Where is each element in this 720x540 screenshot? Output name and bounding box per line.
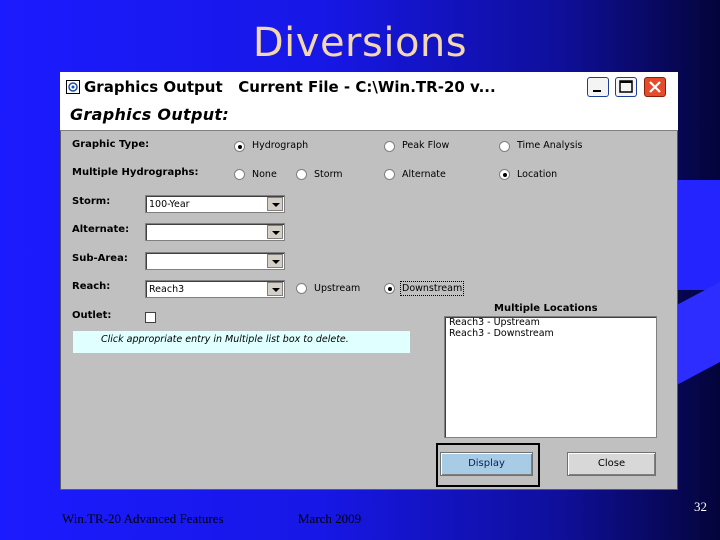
- chevron-down-icon[interactable]: [267, 197, 283, 211]
- radio-location[interactable]: [499, 169, 510, 180]
- reach-select[interactable]: Reach3: [145, 280, 285, 298]
- radio-time-analysis-label: Time Analysis: [517, 140, 583, 151]
- radio-alternate[interactable]: [384, 169, 395, 180]
- alternate-select[interactable]: [145, 223, 285, 241]
- outlet-checkbox[interactable]: [145, 312, 156, 323]
- alternate-label: Alternate:: [72, 224, 130, 235]
- minimize-icon: [593, 90, 601, 92]
- slide-decoration: [676, 180, 720, 290]
- radio-alternate-label: Alternate: [402, 169, 446, 180]
- close-button[interactable]: Close: [567, 452, 656, 476]
- radio-downstream-label: Downstream: [399, 281, 465, 296]
- window-titlebar[interactable]: Graphics Output Current File - C:\Win.TR…: [60, 72, 678, 102]
- radio-peak-flow-label: Peak Flow: [402, 140, 450, 151]
- chevron-down-icon[interactable]: [267, 254, 283, 268]
- radio-location-label: Location: [517, 169, 558, 180]
- multiple-locations-title: Multiple Locations: [494, 303, 598, 314]
- chevron-down-icon[interactable]: [267, 282, 283, 296]
- multiple-hydrographs-label: Multiple Hydrographs:: [72, 167, 199, 178]
- app-icon: [66, 80, 80, 94]
- radio-time-analysis[interactable]: [499, 141, 510, 152]
- delete-hint: Click appropriate entry in Multiple list…: [73, 331, 410, 353]
- graphic-type-label: Graphic Type:: [72, 139, 150, 150]
- multiple-locations-list[interactable]: Reach3 - Upstream Reach3 - Downstream: [444, 316, 657, 438]
- list-item[interactable]: Reach3 - Upstream: [445, 317, 656, 328]
- radio-peak-flow[interactable]: [384, 141, 395, 152]
- radio-upstream-label: Upstream: [314, 283, 361, 294]
- close-window-button[interactable]: [644, 77, 666, 97]
- radio-upstream[interactable]: [296, 283, 307, 294]
- radio-hydrograph-label: Hydrograph: [252, 140, 309, 151]
- radio-storm[interactable]: [296, 169, 307, 180]
- outlet-label: Outlet:: [72, 310, 112, 321]
- graphics-output-window: Graphics Output Current File - C:\Win.TR…: [60, 72, 678, 490]
- list-item[interactable]: Reach3 - Downstream: [445, 328, 656, 339]
- delete-hint-text: Click appropriate entry in Multiple list…: [101, 334, 349, 345]
- radio-downstream[interactable]: [384, 283, 395, 294]
- slide-decoration: [676, 282, 720, 386]
- display-button[interactable]: Display: [440, 452, 533, 476]
- sub-area-label: Sub-Area:: [72, 253, 128, 264]
- storm-select-value: 100-Year: [149, 199, 190, 210]
- footer-title: Win.TR-20 Advanced Features: [62, 511, 224, 526]
- minimize-button[interactable]: [587, 77, 609, 97]
- form-header-title: Graphics Output:: [70, 105, 230, 124]
- window-title: Graphics Output Current File - C:\Win.TR…: [84, 78, 496, 96]
- slide-title: Diversions: [252, 20, 468, 66]
- maximize-icon: [619, 80, 633, 93]
- maximize-button[interactable]: [615, 77, 637, 97]
- sub-area-select[interactable]: [145, 252, 285, 270]
- form-header: Graphics Output:: [60, 102, 678, 131]
- footer-date: March 2009: [298, 511, 362, 526]
- reach-select-value: Reach3: [149, 284, 185, 295]
- radio-hydrograph[interactable]: [234, 141, 245, 152]
- radio-none[interactable]: [234, 169, 245, 180]
- page-number: 32: [694, 499, 707, 514]
- storm-label: Storm:: [72, 196, 111, 207]
- storm-select[interactable]: 100-Year: [145, 195, 285, 213]
- chevron-down-icon[interactable]: [267, 225, 283, 239]
- radio-none-label: None: [252, 169, 277, 180]
- close-icon: [649, 81, 661, 93]
- radio-storm-label: Storm: [314, 169, 343, 180]
- reach-label: Reach:: [72, 281, 111, 292]
